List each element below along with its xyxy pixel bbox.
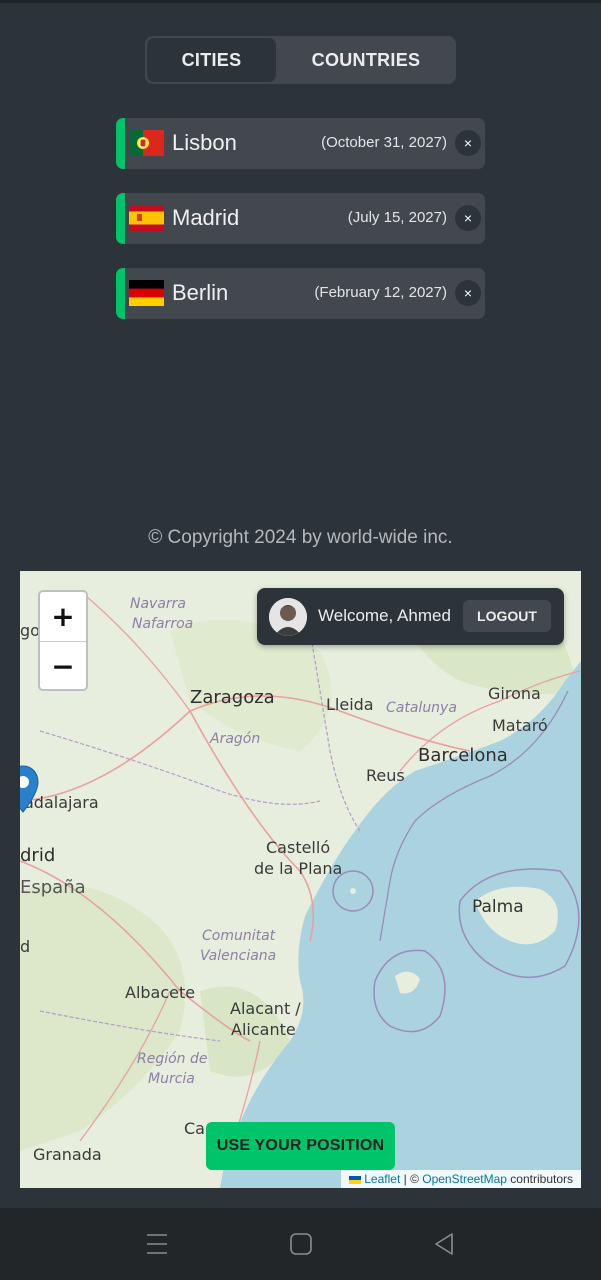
map-label-albacete: Albacete (125, 983, 196, 1002)
map-view[interactable]: Navarra Nafarroa go Zaragoza Lleida Cata… (20, 571, 581, 1188)
city-accent-bar (116, 193, 125, 244)
system-navigation-bar (0, 1208, 601, 1280)
city-name: Lisbon (172, 130, 237, 155)
spain-flag-icon (129, 205, 164, 231)
map-attribution: Leaflet | © OpenStreetMap contributors (341, 1170, 581, 1188)
germany-flag-icon (129, 280, 164, 306)
delete-city-button[interactable]: × (455, 205, 481, 231)
tab-cities[interactable]: CITIES (147, 38, 276, 82)
map-label-nafarroa: Nafarroa (132, 616, 194, 632)
avatar (269, 598, 307, 636)
city-name: Berlin (172, 280, 229, 305)
map-label-mataro: Mataró (492, 716, 548, 735)
map-label-alacant: Alacant / (230, 999, 301, 1018)
city-name: Madrid (172, 205, 240, 230)
map-label-de-la-plana: de la Plana (254, 859, 343, 878)
attribution-contributors: contributors (506, 1172, 573, 1186)
map-label-zaragoza: Zaragoza (190, 687, 275, 708)
map-label-valenciana: Valenciana (200, 948, 277, 964)
home-icon[interactable] (289, 1232, 313, 1256)
city-date: (October 31, 2027) (321, 134, 447, 151)
leaflet-link[interactable]: Leaflet (364, 1172, 400, 1186)
copyright-text: © Copyright 2024 by world-wide inc. (148, 527, 453, 548)
menu-icon[interactable] (146, 1232, 168, 1256)
map-label-castello: Castelló (266, 838, 331, 857)
openstreetmap-link[interactable]: OpenStreetMap (422, 1172, 507, 1186)
map-tiles (20, 571, 581, 1188)
city-item-lisbon[interactable]: Lisbon (October 31, 2027) × (116, 118, 485, 169)
welcome-text: Welcome, Ahmed (318, 606, 451, 625)
map-label-aragon: Aragón (210, 731, 261, 747)
portugal-flag-icon (129, 130, 164, 156)
map-label-catalunya: Catalunya (386, 700, 457, 716)
city-date: (February 12, 2027) (314, 284, 447, 301)
zoom-out-button[interactable]: − (40, 642, 86, 691)
top-edge (0, 0, 601, 3)
city-accent-bar (116, 118, 125, 169)
map-label-palma: Palma (472, 897, 524, 917)
delete-city-button[interactable]: × (455, 130, 481, 156)
logout-button[interactable]: LOGOUT (463, 600, 551, 632)
use-position-button[interactable]: USE YOUR POSITION (206, 1122, 395, 1170)
map-label-espana: España (20, 877, 86, 898)
city-date: (July 15, 2027) (347, 209, 447, 226)
back-icon[interactable] (433, 1232, 455, 1256)
city-accent-bar (116, 268, 125, 319)
map-label-barcelona: Barcelona (418, 745, 508, 766)
zoom-control: + − (38, 590, 88, 691)
map-label-navarra: Navarra (130, 596, 187, 612)
city-item-madrid[interactable]: Madrid (July 15, 2027) × (116, 193, 485, 244)
map-label-murcia: Murcia (148, 1071, 195, 1087)
map-label-girona: Girona (488, 684, 541, 703)
map-label-reus: Reus (366, 766, 405, 785)
attribution-separator: | © (400, 1172, 423, 1186)
city-item-berlin[interactable]: Berlin (February 12, 2027) × (116, 268, 485, 319)
map-label-alicante: Alicante (231, 1020, 296, 1039)
map-label-comunitat: Comunitat (202, 928, 276, 944)
tab-countries[interactable]: COUNTRIES (276, 36, 456, 84)
map-label-go: go (20, 621, 40, 640)
map-label-d: d (20, 937, 31, 956)
view-tabs: CITIES COUNTRIES (145, 36, 456, 84)
user-panel: Welcome, Ahmed LOGOUT (257, 588, 564, 645)
map-marker-icon[interactable] (20, 764, 40, 824)
map-label-lleida: Lleida (326, 695, 374, 714)
map-label-region-de: Región de (137, 1051, 208, 1067)
map-label-ca: Ca (184, 1119, 205, 1138)
delete-city-button[interactable]: × (455, 280, 481, 306)
map-label-granada: Granada (33, 1145, 102, 1164)
map-label-madrid: drid (20, 845, 56, 866)
ukraine-flag-icon (349, 1175, 362, 1184)
zoom-in-button[interactable]: + (40, 592, 86, 642)
